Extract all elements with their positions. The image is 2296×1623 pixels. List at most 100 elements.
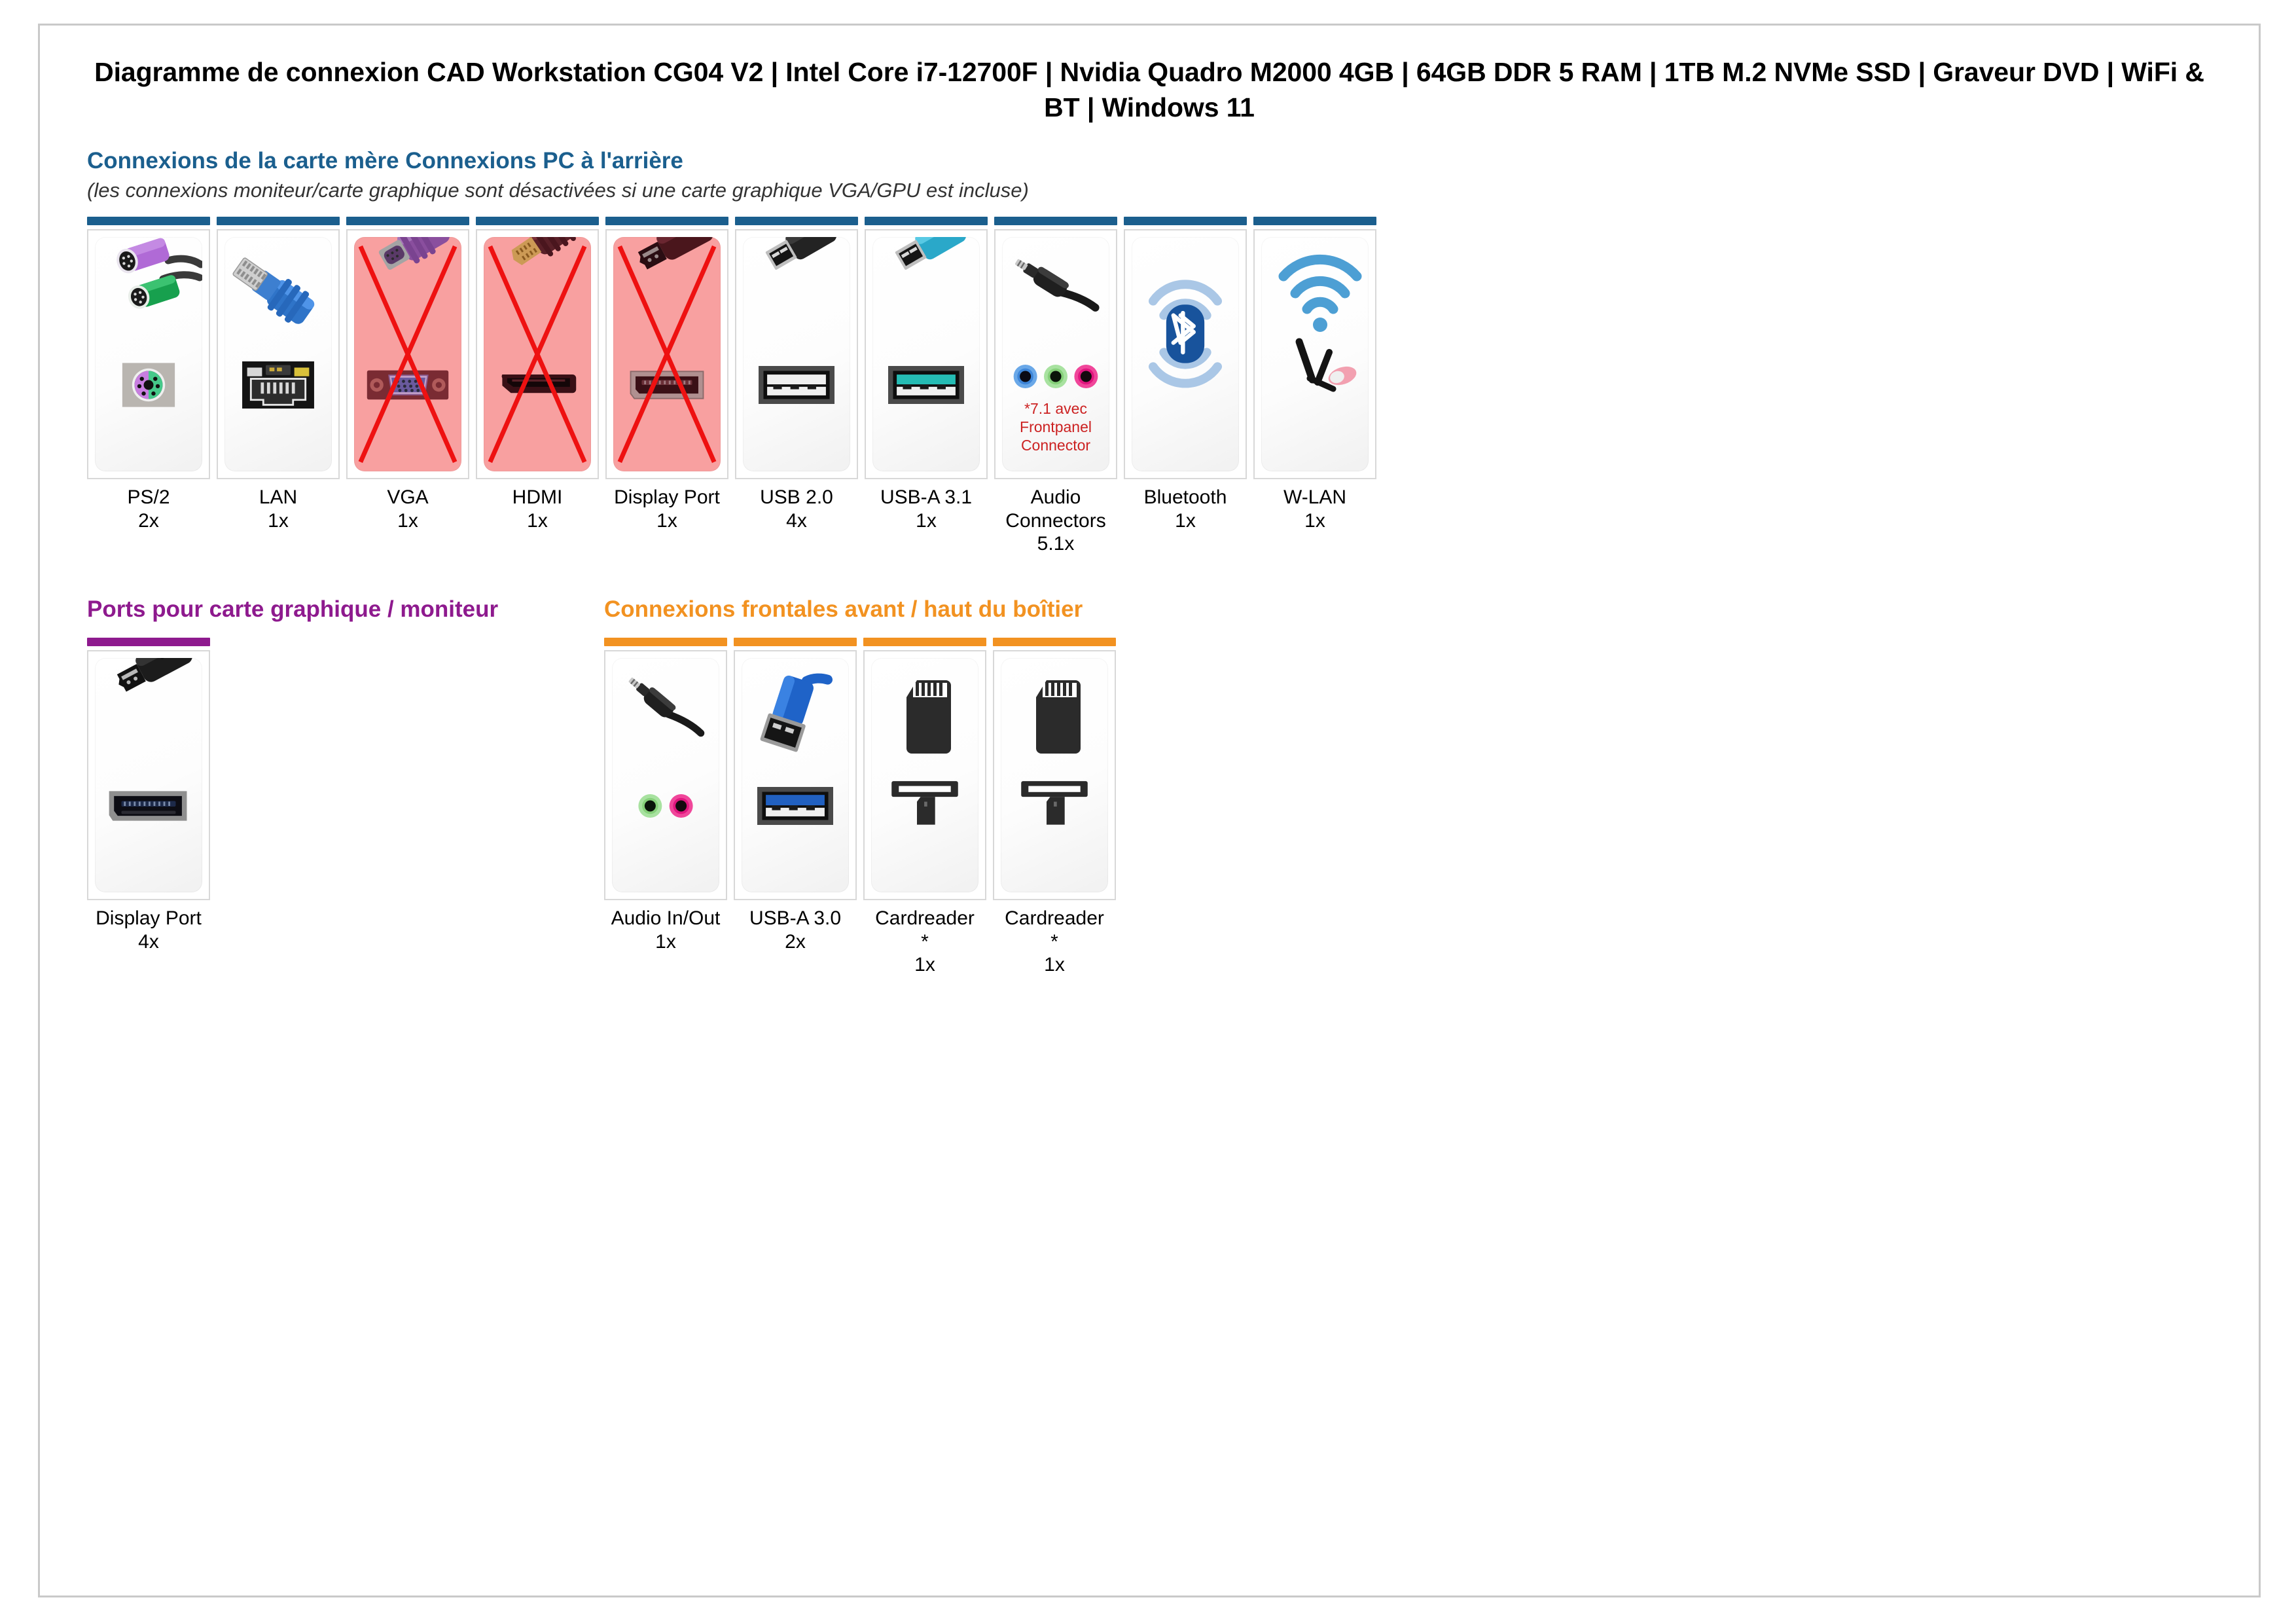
tile-box [1124,229,1247,480]
page-title: Diagramme de connexion CAD Workstation C… [94,57,2204,123]
usb31-socket-illustration [872,354,980,416]
lower-sections: Ports pour carte graphique / moniteur Di… [87,596,2259,976]
tile-count: 1x [656,509,677,532]
tile-count: 1x [914,954,935,976]
tile-inner [872,237,980,472]
audio-inout-socket-illustration [612,775,719,837]
tile-accent-bar [476,217,599,226]
tile-count: 1x [268,509,289,532]
tile-inner [742,658,849,893]
port-tile-row-rear: PS/2 2x LAN 1x VGA 1x HDMI 1x Display Po… [87,217,2259,555]
section-heading-graphics-monitor: Ports pour carte graphique / moniteur [87,596,499,623]
tile-count: 2x [138,509,159,532]
tile-label-text: Bluetooth [1143,486,1227,509]
audio-jack-plug-illustration [1002,237,1109,354]
tile-accent-bar [863,638,986,647]
port-tile-bluetooth[interactable]: Bluetooth 1x [1124,217,1247,532]
tile-inner [612,658,719,893]
tile-label-hdmi: HDMI 1x [476,486,599,532]
vga-plug-illustration [354,237,461,354]
tile-label-text: LAN [259,486,298,509]
port-tile-usb20[interactable]: USB 2.0 4x [735,217,858,532]
tile-box [217,229,340,480]
tile-label-cardreader-1: Cardreader * 1x [863,907,986,976]
tile-accent-bar [217,217,340,226]
tile-box [863,650,986,901]
sd-card-icon [1001,658,1108,775]
tile-label-displayport-rear: Display Port 1x [605,486,728,532]
tile-count: 1x [916,509,937,532]
audio-note: *7.1 avec Frontpanel Connector [1020,400,1092,454]
tile-count: 1x [1304,509,1325,532]
tile-label-text: Cardreader * [1005,907,1104,953]
tile-count: 1x [527,509,548,532]
tile-label-text: USB-A 3.0 [749,907,842,930]
tile-accent-bar [87,217,210,226]
port-tile-displayport-gpu[interactable]: Display Port 4x [87,638,210,953]
port-tile-audio-connectors[interactable]: *7.1 avec Frontpanel Connector Audio Con… [994,217,1117,555]
port-tile-audio-inout[interactable]: Audio In/Out 1x [604,638,727,953]
tile-box [734,650,857,901]
tile-count: 1x [655,930,676,953]
port-tile-vga[interactable]: VGA 1x [346,217,469,532]
port-tile-hdmi[interactable]: HDMI 1x [476,217,599,532]
section-heading-front-top-case: Connexions frontales avant / haut du boî… [604,596,1083,623]
tile-label-ps2: PS/2 2x [87,486,210,532]
tile-inner-disabled [484,237,591,472]
port-tile-row-front: Audio In/Out 1x USB-A 3.0 2x Cardreader … [604,638,1122,976]
tile-label-lan: LAN 1x [217,486,340,532]
port-tile-lan[interactable]: LAN 1x [217,217,340,532]
tile-accent-bar [994,217,1117,226]
lan-socket-illustration [224,354,332,416]
tile-accent-bar [734,638,857,647]
port-tile-row-graphics: Display Port 4x [87,638,604,953]
tile-label-text: Display Port [614,486,720,509]
usb20-socket-illustration [743,354,850,416]
tile-accent-bar [604,638,727,647]
tile-label-usb31: USB-A 3.1 1x [865,486,988,532]
port-tile-cardreader-1[interactable]: Cardreader * 1x [863,638,986,976]
tile-label-text: VGA [387,486,429,509]
section-heading-motherboard-rear: Connexions de la carte mère Connexions P… [87,148,683,174]
tile-accent-bar [735,217,858,226]
port-tile-ps2[interactable]: PS/2 2x [87,217,210,532]
usb30-socket-illustration [742,775,849,837]
section-front-top-case: Connexions frontales avant / haut du boî… [604,596,1122,976]
port-tile-displayport-rear[interactable]: Display Port 1x [605,217,728,532]
tile-box [604,650,727,901]
tile-inner [224,237,332,472]
tile-accent-bar [993,638,1116,647]
tile-inner [871,658,978,893]
tile-accent-bar [1124,217,1247,226]
tile-label-usb20: USB 2.0 4x [735,486,858,532]
tile-label-text: Cardreader * [875,907,975,953]
wlan-antenna-icon [1261,237,1369,416]
tile-inner: *7.1 avec Frontpanel Connector [1002,237,1109,472]
tile-label-text: W-LAN [1283,486,1347,509]
usb20-plug-illustration [743,237,850,354]
tile-count: 5.1x [1037,533,1075,555]
bluetooth-icon [1132,237,1239,416]
hdmi-plug-illustration [484,237,591,354]
port-tile-usb30[interactable]: USB-A 3.0 2x [734,638,857,953]
port-tile-usb31[interactable]: USB-A 3.1 1x [865,217,988,532]
tile-accent-bar [1253,217,1376,226]
cardreader-slot-icon [871,775,978,837]
tile-count: 1x [397,509,418,532]
tile-label-text: USB 2.0 [760,486,833,509]
tile-label-text: Audio In/Out [611,907,721,930]
tile-inner [1001,658,1108,893]
tile-box [735,229,858,480]
tile-box [87,229,210,480]
displayport-socket-illustration [95,775,202,837]
tile-label-text: Display Port [96,907,202,930]
hdmi-socket-illustration [484,354,591,416]
tile-inner-disabled [613,237,721,472]
port-tile-wlan[interactable]: W-LAN 1x [1253,217,1376,532]
port-tile-cardreader-2[interactable]: Cardreader * 1x [993,638,1116,976]
sd-card-icon [871,658,978,775]
tile-label-text: PS/2 [127,486,170,509]
tile-accent-bar [865,217,988,226]
document-page: Diagramme de connexion CAD Workstation C… [38,24,2261,1597]
tile-label-cardreader-2: Cardreader * 1x [993,907,1116,976]
